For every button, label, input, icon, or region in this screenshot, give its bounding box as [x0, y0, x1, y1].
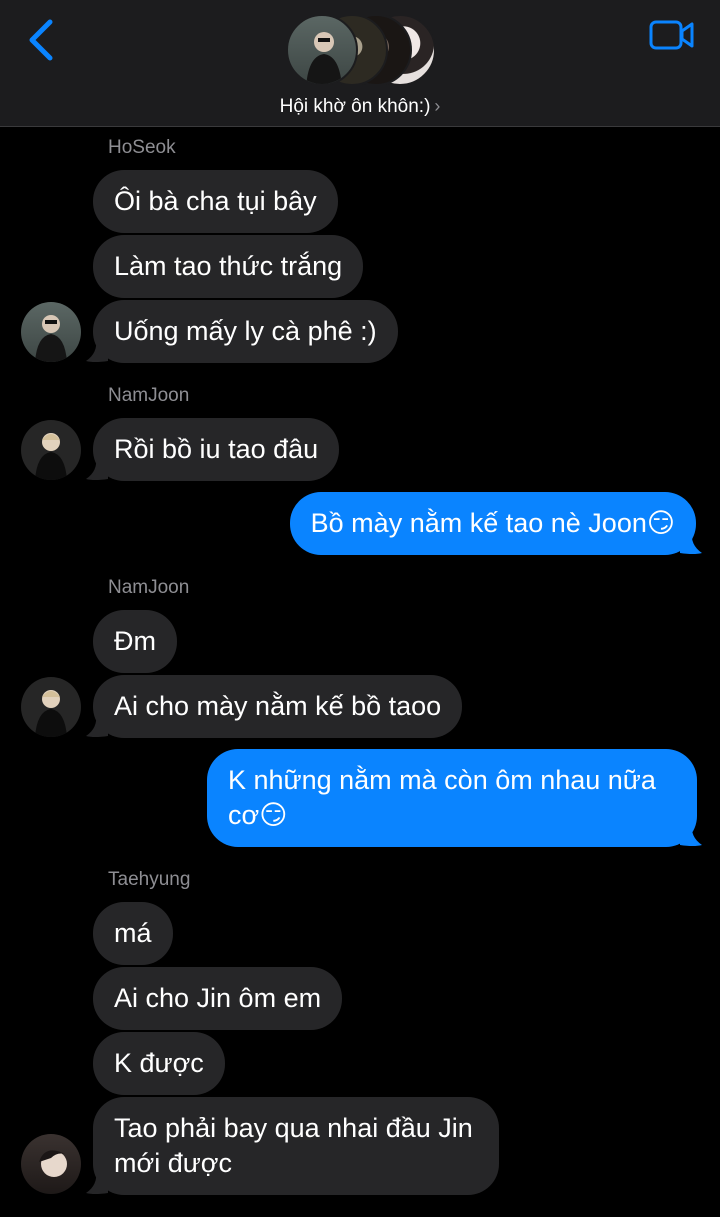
chevron-right-icon: › [434, 96, 441, 116]
avatar[interactable] [21, 420, 81, 480]
bubble-tail [86, 339, 108, 362]
group-avatar-stack[interactable] [286, 14, 436, 86]
incoming-message[interactable]: Uống mấy ly cà phê :) [93, 300, 398, 363]
video-camera-icon [649, 20, 694, 50]
back-button[interactable] [22, 18, 62, 62]
outgoing-message[interactable]: Bồ mày nằm kế tao nè Joon😏 [289, 492, 696, 555]
group-name: Hội khờ ôn khôn:) [279, 96, 431, 117]
bubble-tail [86, 714, 108, 737]
incoming-message[interactable]: Đm [93, 610, 177, 673]
sender-name: Taehyung [108, 869, 191, 890]
incoming-message[interactable]: má [93, 902, 173, 965]
sender-name: NamJoon [108, 577, 190, 598]
avatar[interactable] [21, 677, 81, 737]
sender-name: HoSeok [108, 137, 176, 158]
incoming-message[interactable]: Làm tao thức trắng [93, 235, 364, 298]
incoming-message[interactable]: Ôi bà cha tụi bây [93, 170, 338, 233]
member-avatar-1 [286, 14, 358, 86]
incoming-message[interactable]: Ai cho mày nằm kế bồ taoo [93, 675, 463, 738]
incoming-message[interactable]: Tao phải bay qua nhai đầu Jin mới được [93, 1097, 499, 1195]
incoming-message[interactable]: Rồi bồ iu tao đâu [93, 418, 340, 481]
outgoing-message[interactable]: K những nằm mà còn ôm nhau nữa cơ😏 [207, 749, 697, 847]
bubble-tail [680, 823, 702, 846]
avatar[interactable] [21, 1134, 81, 1194]
group-name-button[interactable]: Hội khờ ôn khôn:) › [0, 96, 720, 118]
sender-name: NamJoon [108, 385, 190, 406]
bubble-tail [86, 1171, 108, 1194]
bubble-tail [86, 457, 108, 480]
video-call-button[interactable] [648, 18, 696, 52]
incoming-message[interactable]: K được [93, 1032, 225, 1095]
chat-header: Hội khờ ôn khôn:) › [0, 0, 720, 127]
avatar[interactable] [21, 302, 81, 362]
chevron-left-icon [29, 19, 53, 61]
incoming-message[interactable]: Ai cho Jin ôm em [93, 967, 343, 1030]
bubble-tail [680, 531, 702, 554]
